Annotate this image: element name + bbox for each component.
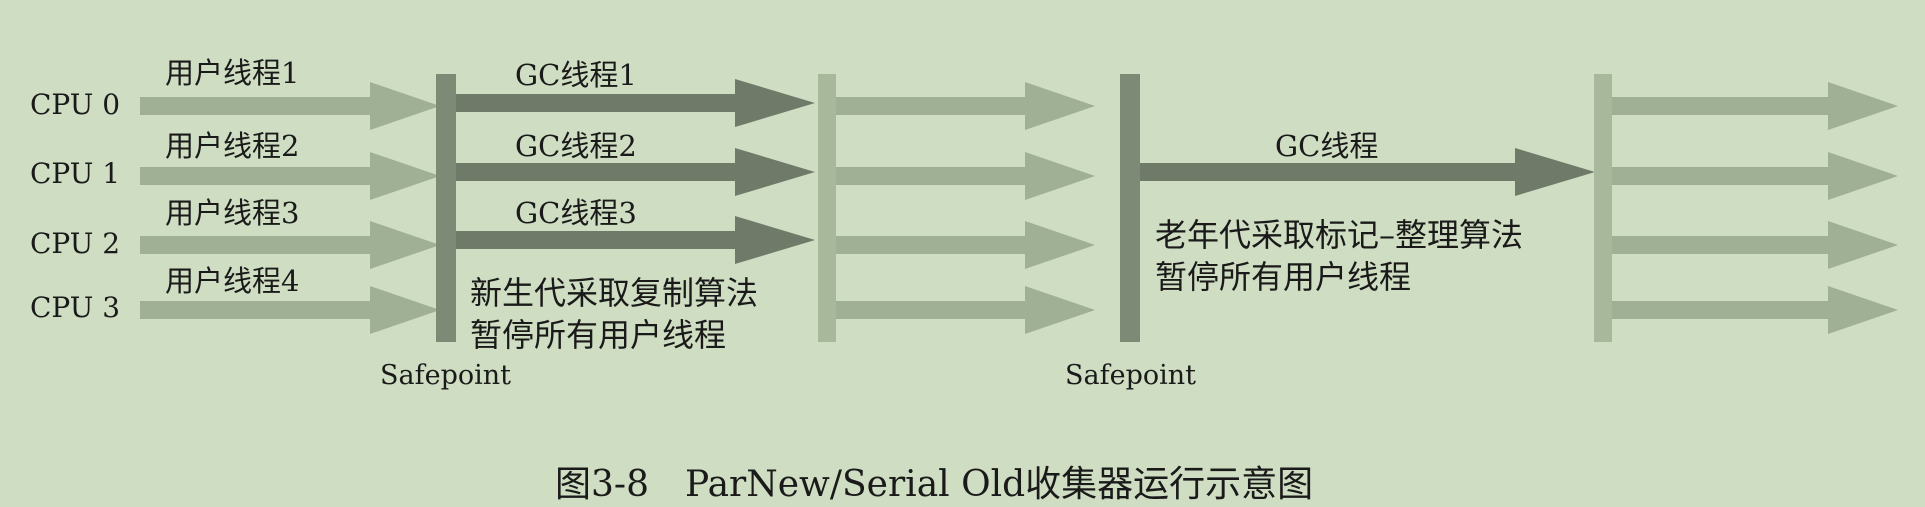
cpu-label: CPU 2 (30, 227, 121, 260)
safepoint-label: Safepoint (380, 360, 511, 391)
user-thread-arrow (1600, 221, 1898, 269)
safepoint-bar (1120, 74, 1140, 342)
gc-thread-old-label: GC线程 (1275, 129, 1379, 163)
user-thread-arrow (820, 82, 1095, 130)
gc-thread-label: GC线程1 (515, 58, 637, 92)
user-thread-label: 用户线程4 (165, 264, 300, 298)
user-thread-label: 用户线程1 (165, 56, 300, 90)
user-thread-label: 用户线程2 (165, 129, 300, 163)
user-thread-arrow (820, 286, 1095, 334)
phase-boundary-bar (818, 74, 836, 342)
user-thread-arrow (1600, 152, 1898, 200)
cpu-label: CPU 3 (30, 291, 121, 324)
old-phase-note-line1: 老年代采取标记–整理算法 (1155, 216, 1524, 254)
user-thread-arrow (820, 152, 1095, 200)
parnew-serial-old-diagram: CPU 0 CPU 1 CPU 2 CPU 3 用户线程1 用户线程2 用户线程… (0, 0, 1925, 506)
user-thread-arrow (1600, 286, 1898, 334)
young-phase-note-line2: 暂停所有用户线程 (470, 316, 727, 354)
young-phase-note-line1: 新生代采取复制算法 (470, 274, 759, 312)
cpu-label: CPU 1 (30, 157, 121, 190)
phase-boundary-bar (1594, 74, 1612, 342)
safepoint-label: Safepoint (1065, 360, 1196, 391)
cpu-label: CPU 0 (30, 88, 121, 121)
gc-thread-label: GC线程3 (515, 196, 637, 230)
user-thread-arrow (1600, 82, 1898, 130)
user-thread-label: 用户线程3 (165, 196, 300, 230)
user-thread-arrow (820, 221, 1095, 269)
gc-thread-label: GC线程2 (515, 129, 637, 163)
old-phase-note-line2: 暂停所有用户线程 (1155, 258, 1412, 296)
figure-caption: 图3-8 ParNew/Serial Old收集器运行示意图 (555, 464, 1314, 505)
safepoint-bar (436, 74, 456, 342)
